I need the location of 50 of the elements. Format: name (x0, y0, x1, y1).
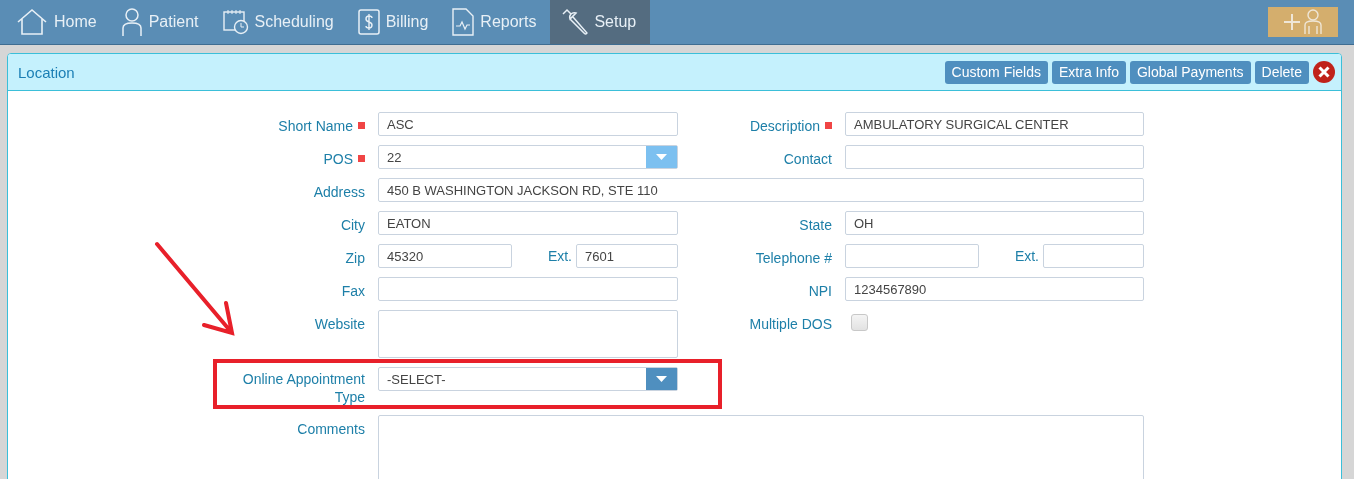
panel-title: Location (18, 63, 75, 81)
field-label: Address (313, 182, 365, 201)
text-field[interactable]: 45320 (378, 244, 512, 268)
field-label: State (799, 215, 832, 234)
field-label: Fax (341, 281, 365, 300)
dropdown-field[interactable]: 22 (378, 145, 678, 169)
field-label: Website (314, 314, 365, 333)
calendar-clock-icon (222, 9, 249, 35)
field-label: POS (323, 149, 353, 168)
text-field[interactable]: 1234567890 (845, 277, 1144, 301)
text-area[interactable] (378, 415, 1144, 479)
field-label: City (340, 215, 365, 234)
text-field[interactable]: EATON (378, 211, 678, 235)
person-icon (1304, 9, 1322, 35)
field-label: Telephone # (755, 248, 832, 267)
field-label: Multiple DOS (749, 314, 832, 333)
dropdown-field[interactable]: -SELECT- (378, 367, 678, 391)
nav-tab[interactable]: Setup (550, 0, 651, 44)
text-field[interactable] (845, 244, 979, 268)
text-field[interactable] (378, 277, 678, 301)
caret-icon (656, 376, 667, 382)
report-icon (452, 8, 475, 36)
wrench-icon (560, 8, 589, 36)
field-label: Online Appointment Type (241, 370, 365, 406)
dollar-icon (357, 9, 380, 35)
text-field[interactable]: 450 B WASHINGTON JACKSON RD, STE 110 (378, 178, 1144, 202)
text-area[interactable] (378, 310, 678, 358)
text-field[interactable]: AMBULATORY SURGICAL CENTER (845, 112, 1144, 136)
home-icon (16, 8, 48, 36)
field-label: Contact (783, 149, 832, 168)
dropdown-button[interactable] (646, 146, 677, 168)
plus-icon (1284, 14, 1300, 30)
close-icon[interactable] (1313, 61, 1335, 83)
field-label: Short Name (278, 116, 353, 135)
person-icon (120, 7, 143, 37)
checkbox[interactable] (851, 314, 868, 331)
text-field[interactable]: OH (845, 211, 1144, 235)
dropdown-button[interactable] (646, 368, 677, 390)
field-label: NPI (808, 281, 832, 300)
text-field[interactable]: 7601 (576, 244, 678, 268)
field-label: Ext. (547, 247, 572, 265)
text-field[interactable] (845, 145, 1144, 169)
field-label: Comments (297, 419, 365, 438)
add-patient-button[interactable] (1268, 7, 1338, 37)
field-label: Ext. (1014, 247, 1039, 265)
text-field[interactable]: ASC (378, 112, 678, 136)
caret-icon (656, 154, 667, 160)
field-label: Zip (345, 248, 365, 267)
text-field[interactable] (1043, 244, 1144, 268)
field-label: Description (749, 116, 820, 135)
